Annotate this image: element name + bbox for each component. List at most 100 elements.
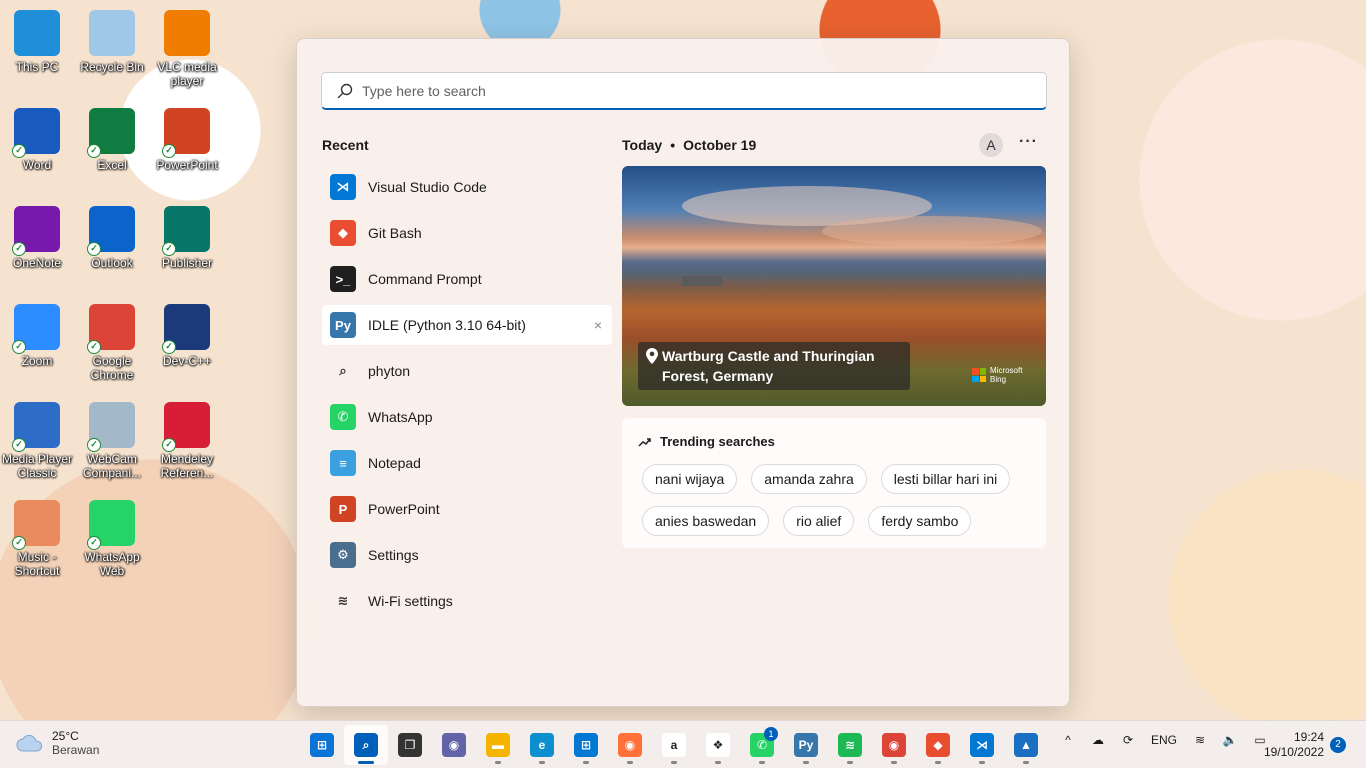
clock-time: 19:24 (1293, 730, 1324, 744)
taskbar-app-button[interactable]: ◉ (608, 725, 652, 765)
command-prompt-icon: >_ (330, 266, 356, 292)
bing-hero-image[interactable]: Wartburg Castle and Thuringian Forest, G… (622, 166, 1046, 406)
language-indicator[interactable]: ENG (1150, 733, 1178, 747)
recent-item[interactable]: Py IDLE (Python 3.10 64-bit) × (322, 305, 612, 345)
more-options-button[interactable]: ··· (1019, 133, 1038, 151)
desktop-icon-label: Publisher (161, 256, 213, 270)
taskbar-app-button[interactable]: ❐ (388, 725, 432, 765)
taskbar-app-button[interactable]: ◉ (432, 725, 476, 765)
recent-item[interactable]: P PowerPoint (322, 489, 612, 529)
recent-item[interactable]: ⚙ Settings (322, 535, 612, 575)
trending-chip[interactable]: ferdy sambo (868, 506, 972, 536)
desktop-icon[interactable]: ✓ Zoom (0, 298, 74, 388)
desktop-icon[interactable]: ✓ Mendeley Referen... (150, 396, 224, 486)
trending-chip[interactable]: nani wijaya (642, 464, 738, 494)
desktop-icon[interactable]: ✓ WebCam Compani... (75, 396, 149, 486)
recent-item[interactable]: ◆ Git Bash (322, 213, 612, 253)
taskbar-app-button[interactable]: ▬ (476, 725, 520, 765)
hero-caption[interactable]: Wartburg Castle and Thuringian Forest, G… (638, 342, 910, 390)
search-input[interactable] (362, 75, 1046, 106)
spotify-icon: ≋ (838, 733, 862, 757)
sync-icon[interactable]: ⟳ (1120, 733, 1136, 747)
search-box[interactable] (321, 72, 1047, 110)
desktop-icon[interactable]: VLC media player (150, 4, 224, 94)
taskbar-app-button[interactable]: e (520, 725, 564, 765)
dropbox-icon: ❖ (706, 733, 730, 757)
trending-chip[interactable]: rio alief (783, 506, 855, 536)
remove-recent-close-icon[interactable]: × (594, 317, 602, 333)
desktop-icon[interactable]: ✓ Dev-C++ (150, 298, 224, 388)
recent-item[interactable]: ≡ Notepad (322, 443, 612, 483)
trending-chip[interactable]: amanda zahra (751, 464, 867, 494)
desktop-icons: This PC Recycle Bin VLC media player ✓ Word ✓… (0, 0, 230, 600)
desktop-icon[interactable]: ✓ OneNote (0, 200, 74, 290)
taskbar-app-button[interactable]: a (652, 725, 696, 765)
recent-item-label: Settings (368, 547, 419, 563)
clock[interactable]: 19:24 19/10/2022 (1262, 730, 1324, 760)
trending-title: Trending searches (660, 434, 775, 449)
recent-item[interactable]: ✆ WhatsApp (322, 397, 612, 437)
recent-item[interactable]: ⋊ Visual Studio Code (322, 167, 612, 207)
taskbar-app-button[interactable]: ◉ (872, 725, 916, 765)
taskbar-app-button[interactable]: ❖ (696, 725, 740, 765)
wifi-icon[interactable]: ≋ (1192, 733, 1208, 747)
notification-badge[interactable]: 2 (1330, 737, 1346, 753)
taskbar-app-button[interactable]: ⊞ (564, 725, 608, 765)
desktop-icon[interactable]: ✓ Media Player Classic (0, 396, 74, 486)
desktop-icon[interactable]: ✓ Google Chrome (75, 298, 149, 388)
powerpoint-icon: P (330, 496, 356, 522)
trending-chip[interactable]: lesti billar hari ini (880, 464, 1011, 494)
recent-item[interactable]: ⌕ phyton (322, 351, 612, 391)
taskbar-app-button[interactable]: ✆ 1 (740, 725, 784, 765)
desktop-icon[interactable]: ✓ Publisher (150, 200, 224, 290)
recent-list: ⋊ Visual Studio Code ◆ Git Bash >_ Command Pr… (322, 167, 612, 627)
desktop-icon-label: Music - Shortcut (14, 550, 60, 578)
desktop-icon[interactable]: ✓ Outlook (75, 200, 149, 290)
account-avatar[interactable]: A (979, 133, 1003, 157)
microsoft-store-icon: ⊞ (574, 733, 598, 757)
recent-item-label: Wi-Fi settings (368, 593, 453, 609)
desktop-icon-label: Outlook (91, 256, 133, 270)
taskbar-app-button[interactable]: ≋ (828, 725, 872, 765)
desktop-icon-label: OneNote (12, 256, 62, 270)
running-indicator (847, 761, 853, 764)
running-indicator (1023, 761, 1029, 764)
trending-searches: Trending searches nani wijaya amanda zahr… (622, 418, 1046, 548)
trending-arrow-icon (638, 437, 651, 447)
running-indicator (627, 761, 633, 764)
taskbar-app-button[interactable]: ⊞ (300, 725, 344, 765)
onedrive-cloud-icon[interactable]: ☁ (1090, 733, 1106, 747)
trending-heading: Trending searches (638, 434, 775, 449)
volume-icon[interactable]: 🔈 (1222, 733, 1238, 747)
desktop-icon[interactable]: ✓ Word (0, 102, 74, 192)
webcam-icon: ✓ (87, 402, 135, 452)
powerpoint-icon: ✓ (162, 108, 210, 158)
desktop-icon-label: Excel (97, 158, 127, 172)
taskbar-app-button[interactable]: ⋊ (960, 725, 1004, 765)
show-hidden-icons-chevron-icon[interactable]: ^ (1060, 733, 1076, 747)
vscode-icon: ⋊ (970, 733, 994, 757)
desktop-icon-label: WhatsApp Web (84, 550, 140, 578)
desktop-icon[interactable]: ✓ WhatsApp Web (75, 494, 149, 584)
onenote-icon: ✓ (12, 206, 60, 256)
taskbar-app-button[interactable]: ▲ (1004, 725, 1048, 765)
recent-item[interactable]: >_ Command Prompt (322, 259, 612, 299)
taskbar-app-button[interactable]: Py (784, 725, 828, 765)
trending-chips: nani wijaya amanda zahra lesti billar hari… (642, 464, 1042, 548)
desktop-icon[interactable]: ✓ Music - Shortcut (0, 494, 74, 584)
desktop-icon[interactable]: This PC (0, 4, 74, 94)
hero-cloud (822, 216, 1042, 246)
publisher-icon: ✓ (162, 206, 210, 256)
desktop-icon[interactable]: ✓ PowerPoint (150, 102, 224, 192)
devcpp-icon: ✓ (162, 304, 210, 354)
desktop-icon[interactable]: ✓ Excel (75, 102, 149, 192)
location-pin-icon (646, 348, 658, 364)
weather-widget[interactable]: 25°C Berawan (16, 729, 99, 757)
desktop-icon[interactable]: Recycle Bin (75, 4, 149, 94)
teams-chat-icon: ◉ (442, 733, 466, 757)
taskbar-app-button[interactable]: ◆ (916, 725, 960, 765)
recent-item[interactable]: ≋ Wi-Fi settings (322, 581, 612, 621)
trending-chip[interactable]: anies baswedan (642, 506, 770, 536)
taskbar-app-button[interactable]: ⌕ (344, 725, 388, 765)
sync-check-icon: ✓ (12, 144, 26, 158)
